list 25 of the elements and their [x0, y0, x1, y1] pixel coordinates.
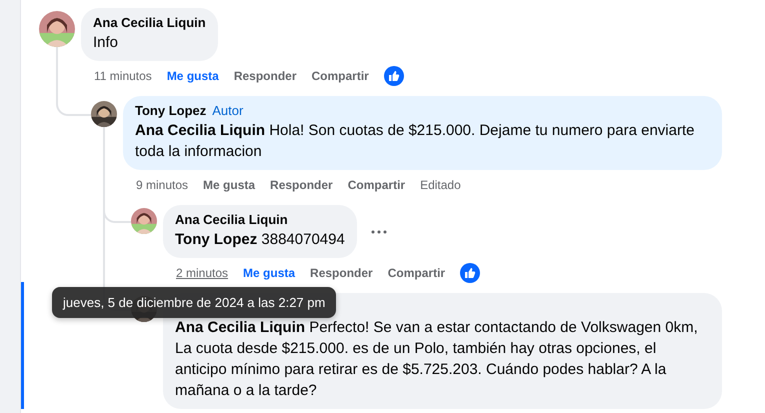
author-name[interactable]: Ana Cecilia Liquin [93, 15, 206, 30]
reply-link[interactable]: Responder [270, 178, 333, 192]
like-link[interactable]: Me gusta [203, 178, 256, 192]
comment-text: Tony Lopez 3884070494 [175, 230, 345, 250]
tooltip: jueves, 5 de diciembre de 2024 a las 2:27 pm [52, 287, 336, 318]
author-name[interactable]: Ana Cecilia Liquin [175, 212, 288, 227]
timestamp-link[interactable]: 9 minutos [136, 178, 188, 192]
author-label: Autor [212, 103, 244, 118]
thumbs-up-icon[interactable] [460, 263, 480, 283]
more-icon[interactable] [370, 230, 387, 234]
reply-link[interactable]: Responder [310, 266, 373, 280]
reply-link[interactable]: Responder [234, 69, 297, 83]
timestamp-link[interactable]: 11 minutos [94, 69, 152, 83]
share-link[interactable]: Compartir [348, 178, 406, 192]
comment-text: Info [93, 33, 120, 53]
like-link[interactable]: Me gusta [243, 266, 296, 280]
share-link[interactable]: Compartir [312, 69, 369, 83]
edited-label: Editado [420, 178, 461, 192]
comment-text: Ana Cecilia Liquin Hola! Son cuotas de $215.000. Dejame tu numero para enviarte toda la informacion [135, 121, 696, 162]
thumbs-up-icon[interactable] [384, 66, 404, 86]
comment-text: Ana Cecilia Liquin Perfecto! Se van a estar contactando de Volkswagen 0km, La cuota desde $215.000. es de un Polo, también hay otras opciones, el anticipo mínimo para retirar es de $5.725.203. Cuándo podes hablar? A la mañana o a la tarde? [175, 318, 699, 401]
like-link[interactable]: Me gusta [166, 69, 219, 83]
share-link[interactable]: Compartir [388, 266, 446, 280]
author-name[interactable]: Tony Lopez [135, 103, 206, 118]
timestamp-link[interactable]: 2 minutos [176, 266, 228, 280]
